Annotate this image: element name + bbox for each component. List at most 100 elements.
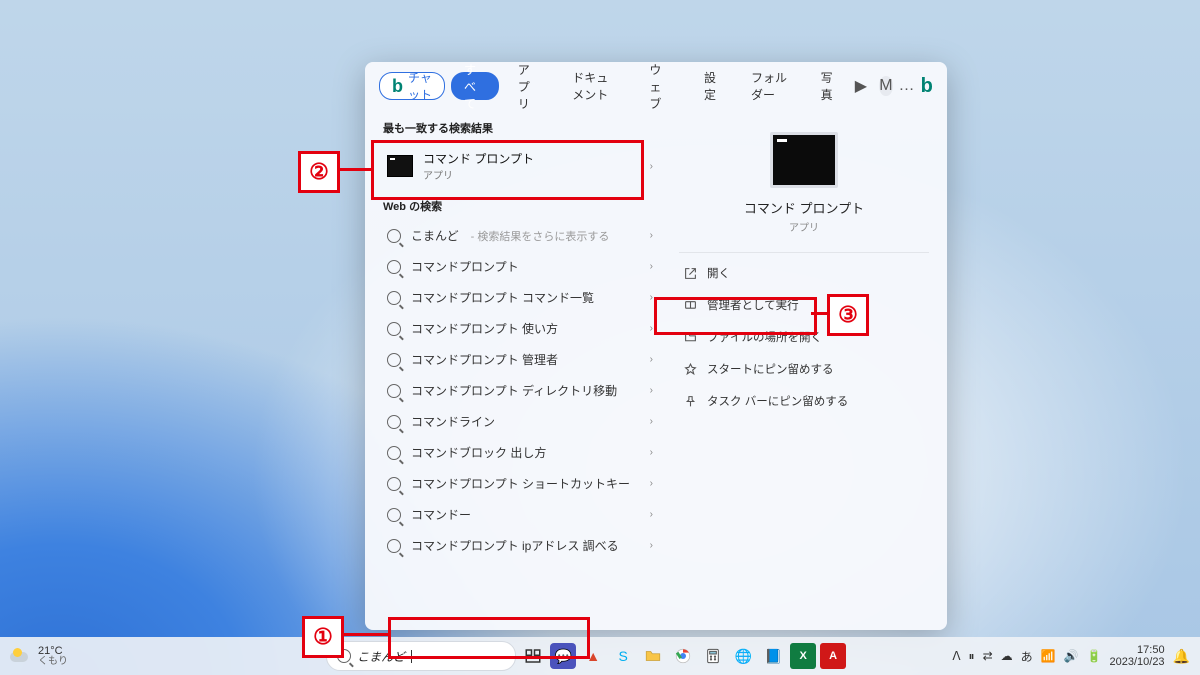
web-result-6[interactable]: コマンドライン ›	[379, 406, 661, 437]
web-result-label: こまんど	[411, 227, 459, 244]
app-icon-1[interactable]: 🌐	[730, 643, 756, 669]
pin-icon	[683, 362, 697, 376]
annotation-2-frame	[371, 140, 644, 200]
preview-title: コマンド プロンプト	[679, 198, 929, 217]
taskbar: 21°C くもり こまんど 💬 ▲ S 🌐 📘 X A ᐱ ⏸ ⇄ ☁ あ 📶 …	[0, 637, 1200, 675]
tabs-next-icon[interactable]: ▶	[855, 76, 868, 96]
chevron-right-icon: ›	[650, 261, 653, 272]
web-result-0[interactable]: こまんど - 検索結果をさらに表示する ›	[379, 220, 661, 251]
chevron-right-icon: ›	[650, 292, 653, 303]
search-icon	[387, 446, 401, 460]
divider	[679, 252, 929, 253]
pin-taskbar-icon	[683, 394, 697, 408]
acrobat-icon[interactable]: A	[820, 643, 846, 669]
search-icon	[387, 384, 401, 398]
taskbar-weather-widget[interactable]: 21°C くもり	[0, 646, 190, 667]
chevron-right-icon: ›	[650, 323, 653, 334]
ime-indicator[interactable]: あ	[1021, 648, 1033, 665]
web-result-4[interactable]: コマンドプロンプト 管理者 ›	[379, 344, 661, 375]
web-result-label: コマンドプロンプト ディレクトリ移動	[411, 382, 617, 399]
search-icon	[387, 322, 401, 336]
tab-folders[interactable]: フォルダー	[738, 72, 802, 100]
wifi-icon[interactable]: 📶	[1041, 649, 1056, 663]
web-result-label: コマンドプロンプト ipアドレス 調べる	[411, 537, 619, 554]
notifications-icon[interactable]: 🔔	[1173, 648, 1190, 665]
chevron-right-icon: ›	[650, 354, 653, 365]
chevron-right-icon: ›	[650, 540, 653, 551]
tray-chevron-icon[interactable]: ᐱ	[952, 649, 960, 663]
web-result-label: コマンドプロンプト 使い方	[411, 320, 558, 337]
bing-icon: b	[392, 76, 403, 97]
annotation-3-connector	[811, 312, 827, 315]
annotation-3-badge: ③	[827, 294, 869, 336]
preview-app-icon	[770, 132, 838, 188]
taskbar-clock[interactable]: 17:50 2023/10/23	[1110, 644, 1165, 668]
bing-logo-icon[interactable]: b	[921, 76, 934, 96]
section-best-match: 最も一致する検索結果	[383, 120, 661, 136]
search-tabs: b チャット すべて アプリ ドキュメント ウェブ 設定 フォルダー 写真 ▶ …	[365, 62, 947, 106]
annotation-1-frame	[388, 617, 590, 659]
volume-icon[interactable]: 🔊	[1064, 649, 1079, 663]
annotation-2-connector	[337, 168, 371, 171]
result-preview-pane: コマンド プロンプト アプリ 開く 管理者として実行 ファイルの場所を開く	[661, 106, 947, 630]
chevron-right-icon: ›	[650, 230, 653, 241]
section-web-search: Web の検索	[383, 198, 661, 214]
web-result-5[interactable]: コマンドプロンプト ディレクトリ移動›	[379, 375, 661, 406]
web-result-label: コマンドライン	[411, 413, 495, 430]
annotation-2-badge: ②	[298, 151, 340, 193]
web-result-3[interactable]: コマンドプロンプト 使い方 ›	[379, 313, 661, 344]
preview-subtitle: アプリ	[679, 219, 929, 234]
tab-photos[interactable]: 写真	[808, 72, 849, 100]
tab-chat-label: チャット	[408, 69, 432, 103]
web-result-2[interactable]: コマンドプロンプト コマンド一覧 ›	[379, 282, 661, 313]
tabs-more-icon[interactable]: …	[899, 76, 915, 96]
chevron-right-icon: ›	[650, 161, 653, 172]
annotation-3-frame	[654, 297, 817, 335]
tray-icon-1[interactable]: ⏸	[969, 649, 975, 664]
open-icon	[683, 266, 697, 280]
weather-icon	[10, 646, 30, 666]
web-result-label: コマンドプロンプト	[411, 258, 519, 275]
onedrive-icon[interactable]: ☁	[1001, 649, 1013, 663]
web-result-label: コマンドー	[411, 506, 471, 523]
word-icon[interactable]: 📘	[760, 643, 786, 669]
tab-chat[interactable]: b チャット	[379, 72, 445, 100]
web-result-label: コマンドプロンプト 管理者	[411, 351, 558, 368]
tab-all[interactable]: すべて	[451, 72, 499, 100]
account-avatar[interactable]: M	[879, 76, 892, 96]
web-result-label: コマンドプロンプト ショートカットキー	[411, 475, 630, 492]
tab-apps[interactable]: アプリ	[505, 72, 554, 100]
web-result-sub: - 検索結果をさらに表示する	[471, 228, 610, 244]
web-result-9[interactable]: コマンドー ›	[379, 499, 661, 530]
chevron-right-icon: ›	[650, 509, 653, 520]
chrome-icon[interactable]	[670, 643, 696, 669]
web-result-label: コマンドプロンプト コマンド一覧	[411, 289, 594, 306]
web-result-7[interactable]: コマンドブロック 出し方›	[379, 437, 661, 468]
search-icon	[387, 353, 401, 367]
search-icon	[387, 508, 401, 522]
web-result-1[interactable]: コマンドプロンプト ›	[379, 251, 661, 282]
skype-icon[interactable]: S	[610, 643, 636, 669]
tab-documents[interactable]: ドキュメント	[559, 72, 630, 100]
explorer-icon[interactable]	[640, 643, 666, 669]
tray-icon-2[interactable]: ⇄	[983, 649, 993, 663]
annotation-1-badge: ①	[302, 616, 344, 658]
action-pin-to-taskbar[interactable]: タスク バーにピン留めする	[679, 385, 929, 417]
action-open[interactable]: 開く	[679, 257, 929, 289]
battery-icon[interactable]: 🔋	[1087, 649, 1102, 663]
search-icon	[387, 539, 401, 553]
web-result-10[interactable]: コマンドプロンプト ipアドレス 調べる ›	[379, 530, 661, 561]
chevron-right-icon: ›	[650, 478, 653, 489]
excel-icon[interactable]: X	[790, 643, 816, 669]
taskbar-temperature: 21°C	[38, 645, 63, 657]
web-result-8[interactable]: コマンドプロンプト ショートカットキー ›	[379, 468, 661, 499]
tab-web[interactable]: ウェブ	[636, 72, 685, 100]
search-icon	[387, 477, 401, 491]
chevron-right-icon: ›	[650, 416, 653, 427]
chevron-right-icon: ›	[650, 447, 653, 458]
tab-settings[interactable]: 設定	[691, 72, 732, 100]
search-icon	[387, 291, 401, 305]
calculator-icon[interactable]	[700, 643, 726, 669]
action-pin-to-start[interactable]: スタートにピン留めする	[679, 353, 929, 385]
taskbar-weather-label: くもり	[38, 657, 68, 667]
